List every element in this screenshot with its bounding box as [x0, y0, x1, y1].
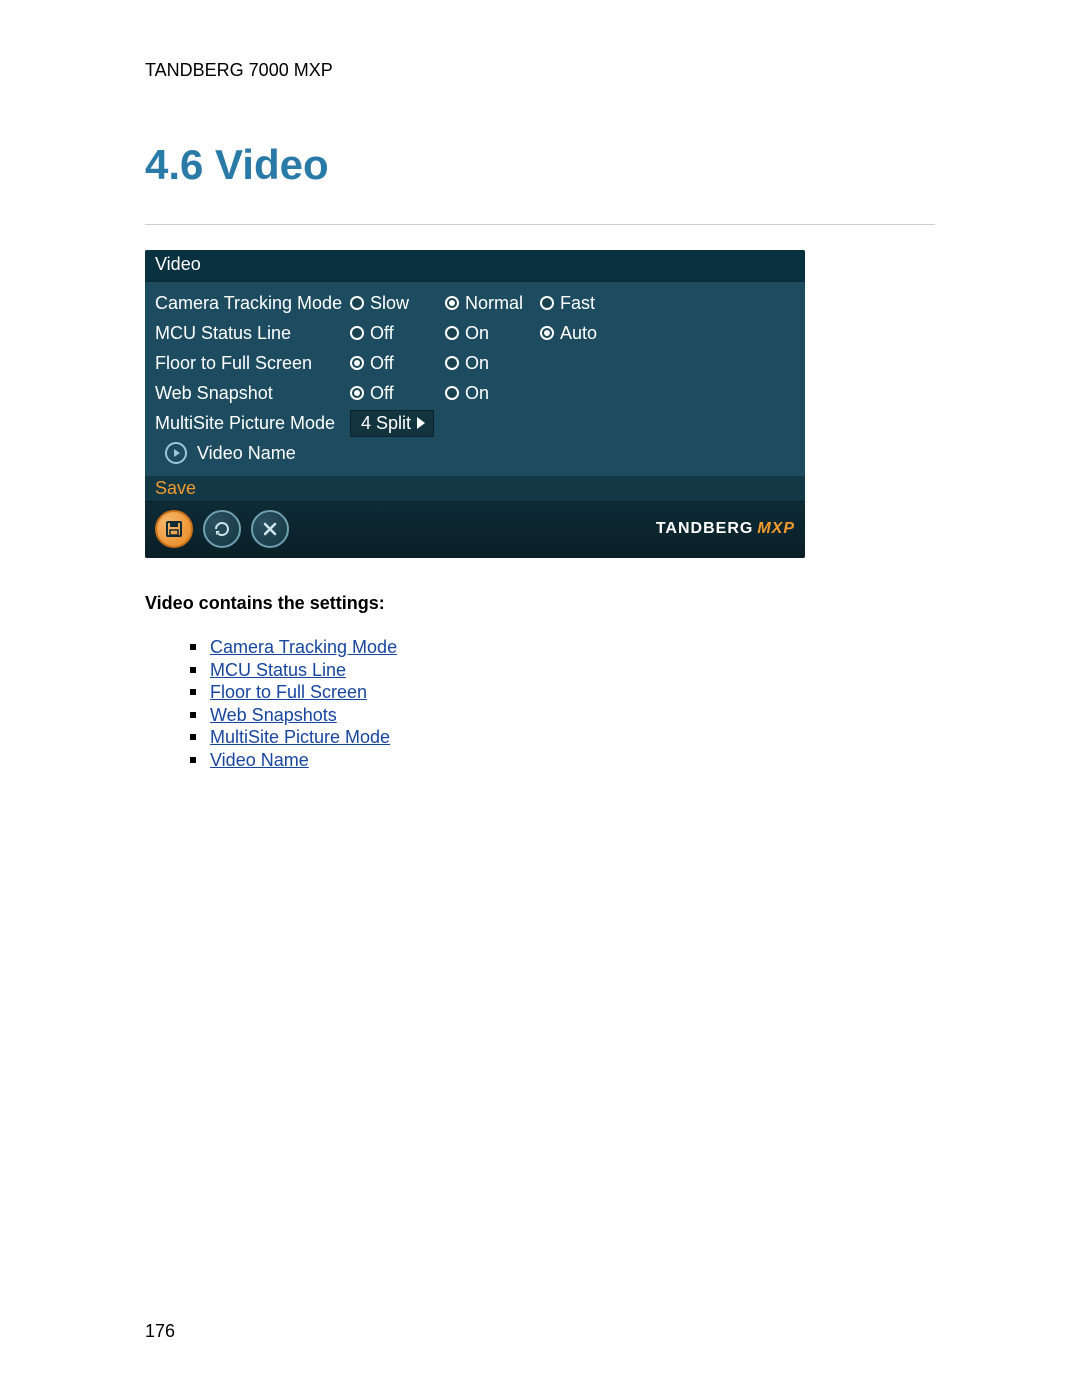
opt-label: On — [465, 323, 489, 344]
opt-camera-normal[interactable]: Normal — [445, 293, 540, 314]
opt-label: On — [465, 353, 489, 374]
link-floor-full[interactable]: Floor to Full Screen — [210, 682, 367, 702]
section-heading: 4.6 Video — [145, 141, 935, 189]
document-header: TANDBERG 7000 MXP — [145, 60, 935, 81]
opt-label: Normal — [465, 293, 523, 314]
panel-title: Video — [145, 250, 805, 282]
radio-icon — [445, 296, 459, 310]
refresh-icon — [212, 519, 232, 539]
close-button[interactable] — [251, 510, 289, 548]
opt-label: On — [465, 383, 489, 404]
list-item: Web Snapshots — [190, 704, 935, 727]
submenu-label: Video Name — [197, 443, 296, 464]
row-camera-tracking: Camera Tracking Mode Slow Normal Fast — [155, 288, 795, 318]
row-multisite: MultiSite Picture Mode 4 Split — [155, 408, 795, 438]
multisite-dropdown[interactable]: 4 Split — [350, 410, 434, 437]
list-item: Camera Tracking Mode — [190, 636, 935, 659]
list-item: Video Name — [190, 749, 935, 772]
row-floor-full: Floor to Full Screen Off On — [155, 348, 795, 378]
radio-icon — [540, 296, 554, 310]
opt-label: Fast — [560, 293, 595, 314]
link-mcu-status[interactable]: MCU Status Line — [210, 660, 346, 680]
opt-label: Off — [370, 383, 394, 404]
settings-list: Camera Tracking Mode MCU Status Line Flo… — [145, 636, 935, 771]
link-web-snapshots[interactable]: Web Snapshots — [210, 705, 337, 725]
link-video-name[interactable]: Video Name — [210, 750, 309, 770]
link-camera-tracking[interactable]: Camera Tracking Mode — [210, 637, 397, 657]
opt-camera-fast[interactable]: Fast — [540, 293, 635, 314]
radio-icon — [350, 296, 364, 310]
list-item: MCU Status Line — [190, 659, 935, 682]
arrow-circle-icon — [165, 442, 187, 464]
opt-mcu-off[interactable]: Off — [350, 323, 445, 344]
radio-icon — [445, 386, 459, 400]
brand-logo: TANDBERG MXP — [656, 520, 795, 538]
save-button[interactable] — [155, 510, 193, 548]
dropdown-value: 4 Split — [361, 413, 411, 434]
opt-label: Auto — [560, 323, 597, 344]
radio-icon — [540, 326, 554, 340]
radio-icon — [445, 356, 459, 370]
label-mcu-status: MCU Status Line — [155, 323, 350, 344]
settings-list-header: Video contains the settings: — [145, 593, 935, 614]
link-multisite[interactable]: MultiSite Picture Mode — [210, 727, 390, 747]
panel-footer: TANDBERG MXP — [145, 501, 805, 558]
radio-icon — [445, 326, 459, 340]
refresh-button[interactable] — [203, 510, 241, 548]
opt-label: Off — [370, 323, 394, 344]
label-camera-tracking: Camera Tracking Mode — [155, 293, 350, 314]
opt-label: Slow — [370, 293, 409, 314]
opt-mcu-on[interactable]: On — [445, 323, 540, 344]
save-icon — [165, 520, 183, 538]
opt-label: Off — [370, 353, 394, 374]
opt-floor-off[interactable]: Off — [350, 353, 445, 374]
brand-suffix: MXP — [757, 520, 795, 538]
divider — [145, 224, 935, 225]
save-label: Save — [145, 476, 805, 501]
close-icon — [262, 521, 278, 537]
opt-snapshot-off[interactable]: Off — [350, 383, 445, 404]
page-number: 176 — [145, 1321, 175, 1342]
radio-icon — [350, 356, 364, 370]
label-floor-full: Floor to Full Screen — [155, 353, 350, 374]
video-name-submenu[interactable]: Video Name — [155, 438, 795, 470]
panel-body: Camera Tracking Mode Slow Normal Fast MC… — [145, 282, 805, 476]
radio-icon — [350, 326, 364, 340]
opt-snapshot-on[interactable]: On — [445, 383, 540, 404]
list-item: Floor to Full Screen — [190, 681, 935, 704]
label-multisite: MultiSite Picture Mode — [155, 413, 350, 434]
list-item: MultiSite Picture Mode — [190, 726, 935, 749]
opt-camera-slow[interactable]: Slow — [350, 293, 445, 314]
radio-icon — [350, 386, 364, 400]
label-web-snapshot: Web Snapshot — [155, 383, 350, 404]
opt-mcu-auto[interactable]: Auto — [540, 323, 635, 344]
row-web-snapshot: Web Snapshot Off On — [155, 378, 795, 408]
video-settings-panel: Video Camera Tracking Mode Slow Normal F… — [145, 250, 805, 558]
chevron-right-icon — [417, 417, 425, 429]
opt-floor-on[interactable]: On — [445, 353, 540, 374]
brand-name: TANDBERG — [656, 520, 753, 538]
row-mcu-status: MCU Status Line Off On Auto — [155, 318, 795, 348]
